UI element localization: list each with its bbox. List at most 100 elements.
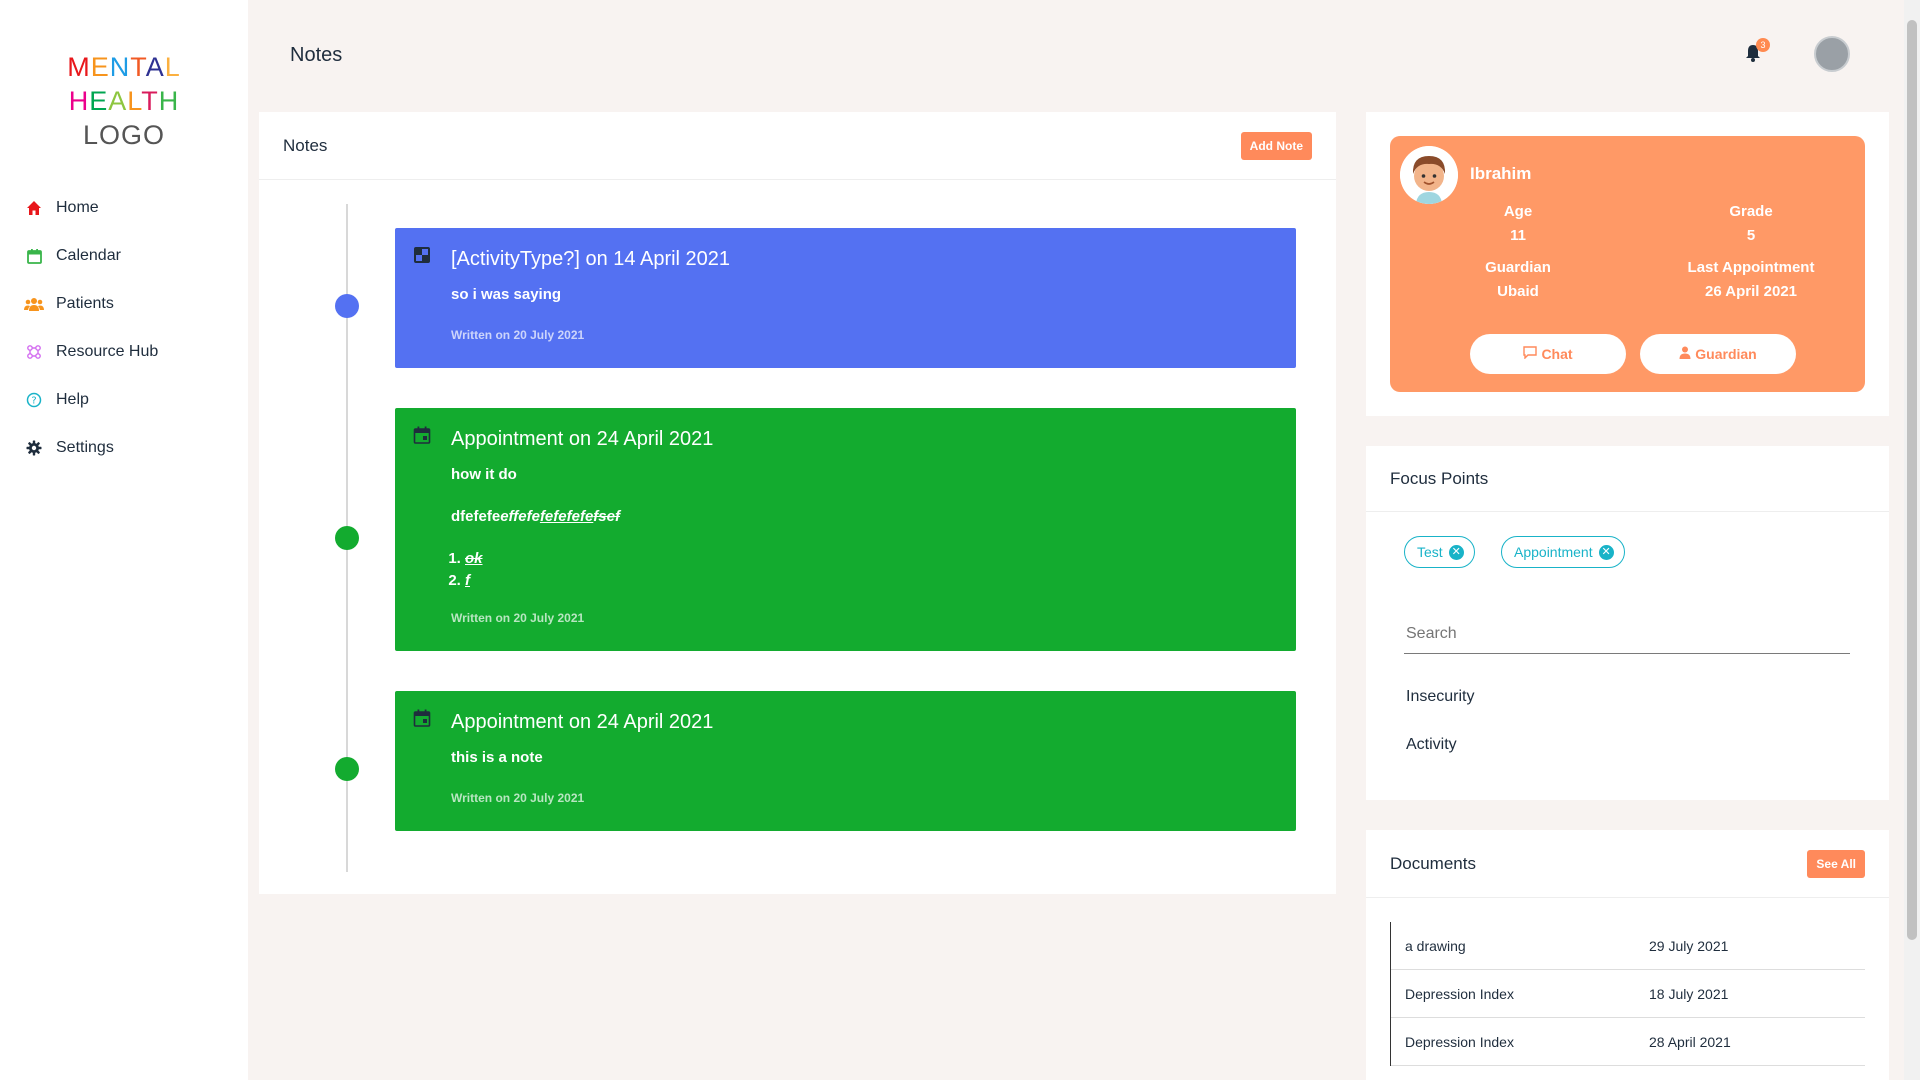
scrollbar-thumb[interactable]: [1907, 20, 1917, 940]
rich-strike: fsef: [593, 508, 620, 525]
gear-icon: [24, 438, 44, 458]
focus-chip: Appointment ✕: [1501, 536, 1625, 568]
note-list: ok f: [465, 548, 483, 592]
logo-letter: T: [141, 86, 159, 116]
home-icon: [24, 198, 44, 218]
remove-chip-icon[interactable]: ✕: [1448, 544, 1464, 560]
note-card[interactable]: [ActivityType?] on 14 April 2021 so i wa…: [395, 228, 1296, 368]
note-title: Appointment on 24 April 2021: [451, 428, 714, 450]
focus-chip: Test ✕: [1404, 536, 1475, 568]
list-item: f: [465, 570, 483, 592]
svg-text:?: ?: [31, 396, 36, 407]
age-field: Age 11: [1418, 200, 1618, 248]
document-name: a drawing: [1405, 937, 1466, 954]
sidebar-item-label: Help: [56, 391, 89, 408]
documents-card: Documents See All a drawing 29 July 2021…: [1366, 830, 1889, 1080]
notes-card-header: Notes Add Note: [259, 112, 1336, 180]
note-body: how it do: [451, 466, 517, 483]
add-note-button[interactable]: Add Note: [1240, 131, 1312, 160]
sidebar-item-label: Patients: [56, 295, 114, 312]
sidebar-item-patients[interactable]: Patients: [0, 280, 248, 328]
documents-table: a drawing 29 July 2021 Depression Index …: [1390, 922, 1865, 1066]
guardian-button-label: Guardian: [1695, 346, 1757, 362]
focus-chip-label: Test: [1417, 544, 1443, 560]
document-date: 28 April 2021: [1649, 1033, 1731, 1050]
logo-letter: M: [67, 52, 91, 82]
age-value: 11: [1510, 227, 1526, 244]
timeline-dot: [335, 757, 359, 781]
sidebar-item-label: Resource Hub: [56, 343, 159, 360]
note-body: this is a note: [451, 749, 543, 766]
note-card[interactable]: Appointment on 24 April 2021 this is a n…: [395, 691, 1296, 831]
notification-badge: 3: [1756, 38, 1770, 52]
timeline-dot: [335, 294, 359, 318]
patient-avatar: [1400, 146, 1458, 204]
sidebar-item-help[interactable]: ? Help: [0, 376, 248, 424]
logo-letter: L: [127, 86, 142, 116]
user-icon: [1679, 346, 1691, 362]
logo-letter: L: [164, 52, 181, 82]
logo-letter: A: [145, 52, 165, 82]
scrollbar[interactable]: [1904, 0, 1920, 1080]
calendar-icon: [413, 709, 433, 729]
focus-option[interactable]: Insecurity: [1406, 688, 1474, 706]
table-row[interactable]: a drawing 29 July 2021: [1391, 922, 1865, 970]
note-body: so i was saying: [451, 286, 562, 303]
remove-chip-icon[interactable]: ✕: [1598, 544, 1614, 560]
documents-title: Documents: [1390, 853, 1476, 873]
see-all-button[interactable]: See All: [1807, 849, 1865, 878]
chat-button[interactable]: Chat: [1470, 334, 1626, 374]
logo-letter: T: [130, 52, 146, 82]
document-name: Depression Index: [1405, 985, 1514, 1002]
list-item-text: ok: [465, 550, 483, 567]
logo-line-3: LOGO: [82, 120, 166, 150]
sidebar-item-label: Calendar: [56, 247, 121, 264]
document-name: Depression Index: [1405, 1033, 1514, 1050]
note-title: [ActivityType?] on 14 April 2021: [451, 248, 731, 270]
note-card[interactable]: Appointment on 24 April 2021 how it do d…: [395, 408, 1296, 651]
guardian-value: Ubaid: [1497, 283, 1539, 300]
chat-button-label: Chat: [1541, 346, 1573, 362]
sidebar-item-calendar[interactable]: Calendar: [0, 232, 248, 280]
avatar[interactable]: [1814, 36, 1850, 72]
patient-name: Ibrahim: [1470, 164, 1532, 183]
sidebar-item-settings[interactable]: Settings: [0, 424, 248, 472]
patient-profile-card: Ibrahim Age 11 Grade 5 Guardian Ubaid La…: [1390, 136, 1865, 392]
guardian-label: Guardian: [1485, 259, 1551, 276]
timeline-dot: [335, 526, 359, 550]
focus-search-input[interactable]: [1404, 614, 1850, 654]
table-row[interactable]: Depression Index 28 April 2021: [1391, 1018, 1865, 1066]
grade-value: 5: [1746, 227, 1756, 244]
users-icon: [24, 294, 44, 314]
last-appointment-field: Last Appointment 26 April 2021: [1651, 256, 1851, 304]
patient-profile-panel: Ibrahim Age 11 Grade 5 Guardian Ubaid La…: [1366, 112, 1889, 416]
hub-icon: [24, 342, 44, 362]
notes-card-title: Notes: [283, 135, 328, 155]
note-written-date: Written on 20 July 2021: [451, 328, 585, 342]
table-row[interactable]: Depression Index 18 July 2021: [1391, 970, 1865, 1018]
question-icon: ?: [24, 390, 44, 410]
document-date: 29 July 2021: [1649, 937, 1729, 954]
document-date: 18 July 2021: [1649, 985, 1729, 1002]
sidebar-item-home[interactable]: Home: [0, 184, 248, 232]
notes-card: Notes Add Note [ActivityType?] on 14 Apr…: [259, 112, 1336, 894]
logo-letter: H: [158, 86, 180, 116]
guardian-field: Guardian Ubaid: [1418, 256, 1618, 304]
note-rich-text: dfefefeeffefefefefefefsef: [451, 508, 620, 525]
logo-letter: N: [109, 52, 131, 82]
list-item-text: f: [465, 572, 470, 589]
note-title: Appointment on 24 April 2021: [451, 711, 714, 733]
puzzle-icon: [413, 246, 433, 266]
age-label: Age: [1503, 203, 1533, 220]
logo-line-2: HEALTH: [0, 84, 248, 118]
chat-icon: [1523, 346, 1538, 362]
focus-chip-label: Appointment: [1514, 544, 1593, 560]
logo-line-1: MENTAL: [0, 50, 248, 84]
sidebar-item-label: Home: [56, 199, 99, 216]
guardian-button[interactable]: Guardian: [1640, 334, 1796, 374]
focus-points-card: Focus Points Test ✕ Appointment ✕ Insecu…: [1366, 446, 1889, 800]
sidebar-item-resource-hub[interactable]: Resource Hub: [0, 328, 248, 376]
sidebar-nav: Home Calendar Patients Resource Hub ? He…: [0, 184, 248, 472]
logo-letter: H: [68, 86, 90, 116]
focus-option[interactable]: Activity: [1406, 736, 1457, 754]
